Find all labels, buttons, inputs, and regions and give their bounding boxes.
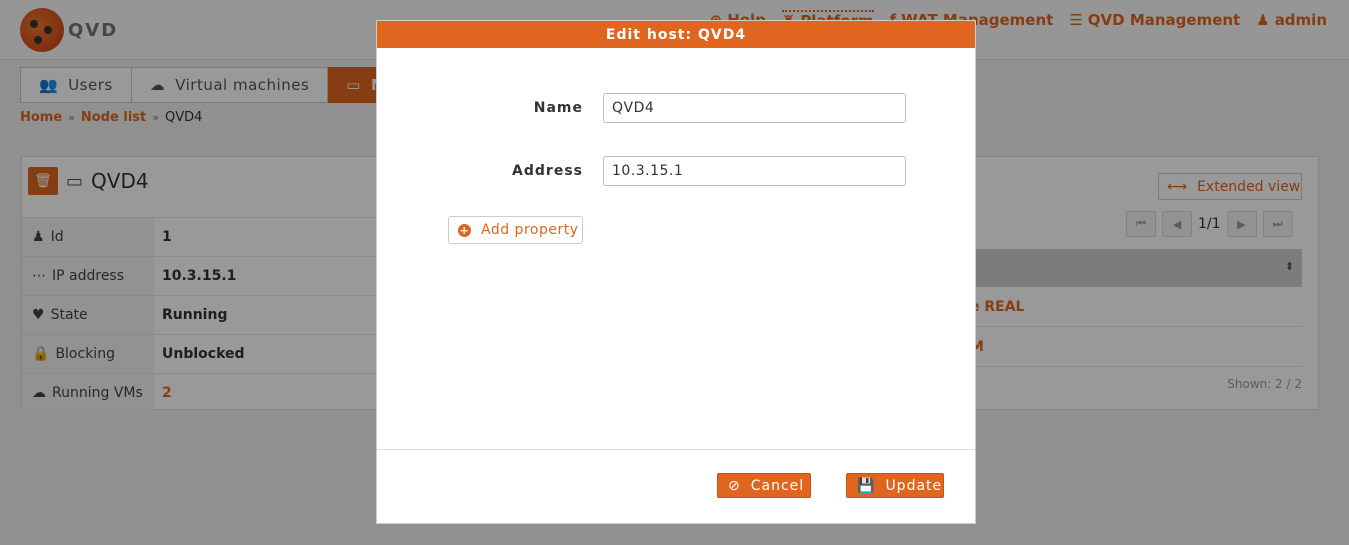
dialog-footer: ⊘ Cancel 💾 Update [377, 449, 975, 523]
add-property-button[interactable]: + Add property [448, 216, 583, 244]
update-button[interactable]: 💾 Update [846, 473, 944, 498]
address-input[interactable] [603, 156, 906, 186]
plus-circle-icon: + [458, 223, 471, 237]
name-field-row: Name [377, 93, 977, 123]
dialog-title: Edit host: QVD4 [377, 21, 975, 48]
add-property-label: Add property [481, 222, 579, 238]
address-field-row: Address [377, 156, 977, 186]
name-input[interactable] [603, 93, 906, 123]
name-label: Name [533, 100, 583, 116]
edit-host-dialog: Edit host: QVD4 Name Address + Add prope… [376, 20, 976, 524]
update-label: Update [885, 477, 943, 494]
cancel-button[interactable]: ⊘ Cancel [717, 473, 811, 498]
cancel-label: Cancel [750, 477, 805, 494]
save-icon: 💾 [857, 477, 876, 494]
ban-icon: ⊘ [728, 477, 741, 494]
address-label: Address [512, 163, 583, 179]
